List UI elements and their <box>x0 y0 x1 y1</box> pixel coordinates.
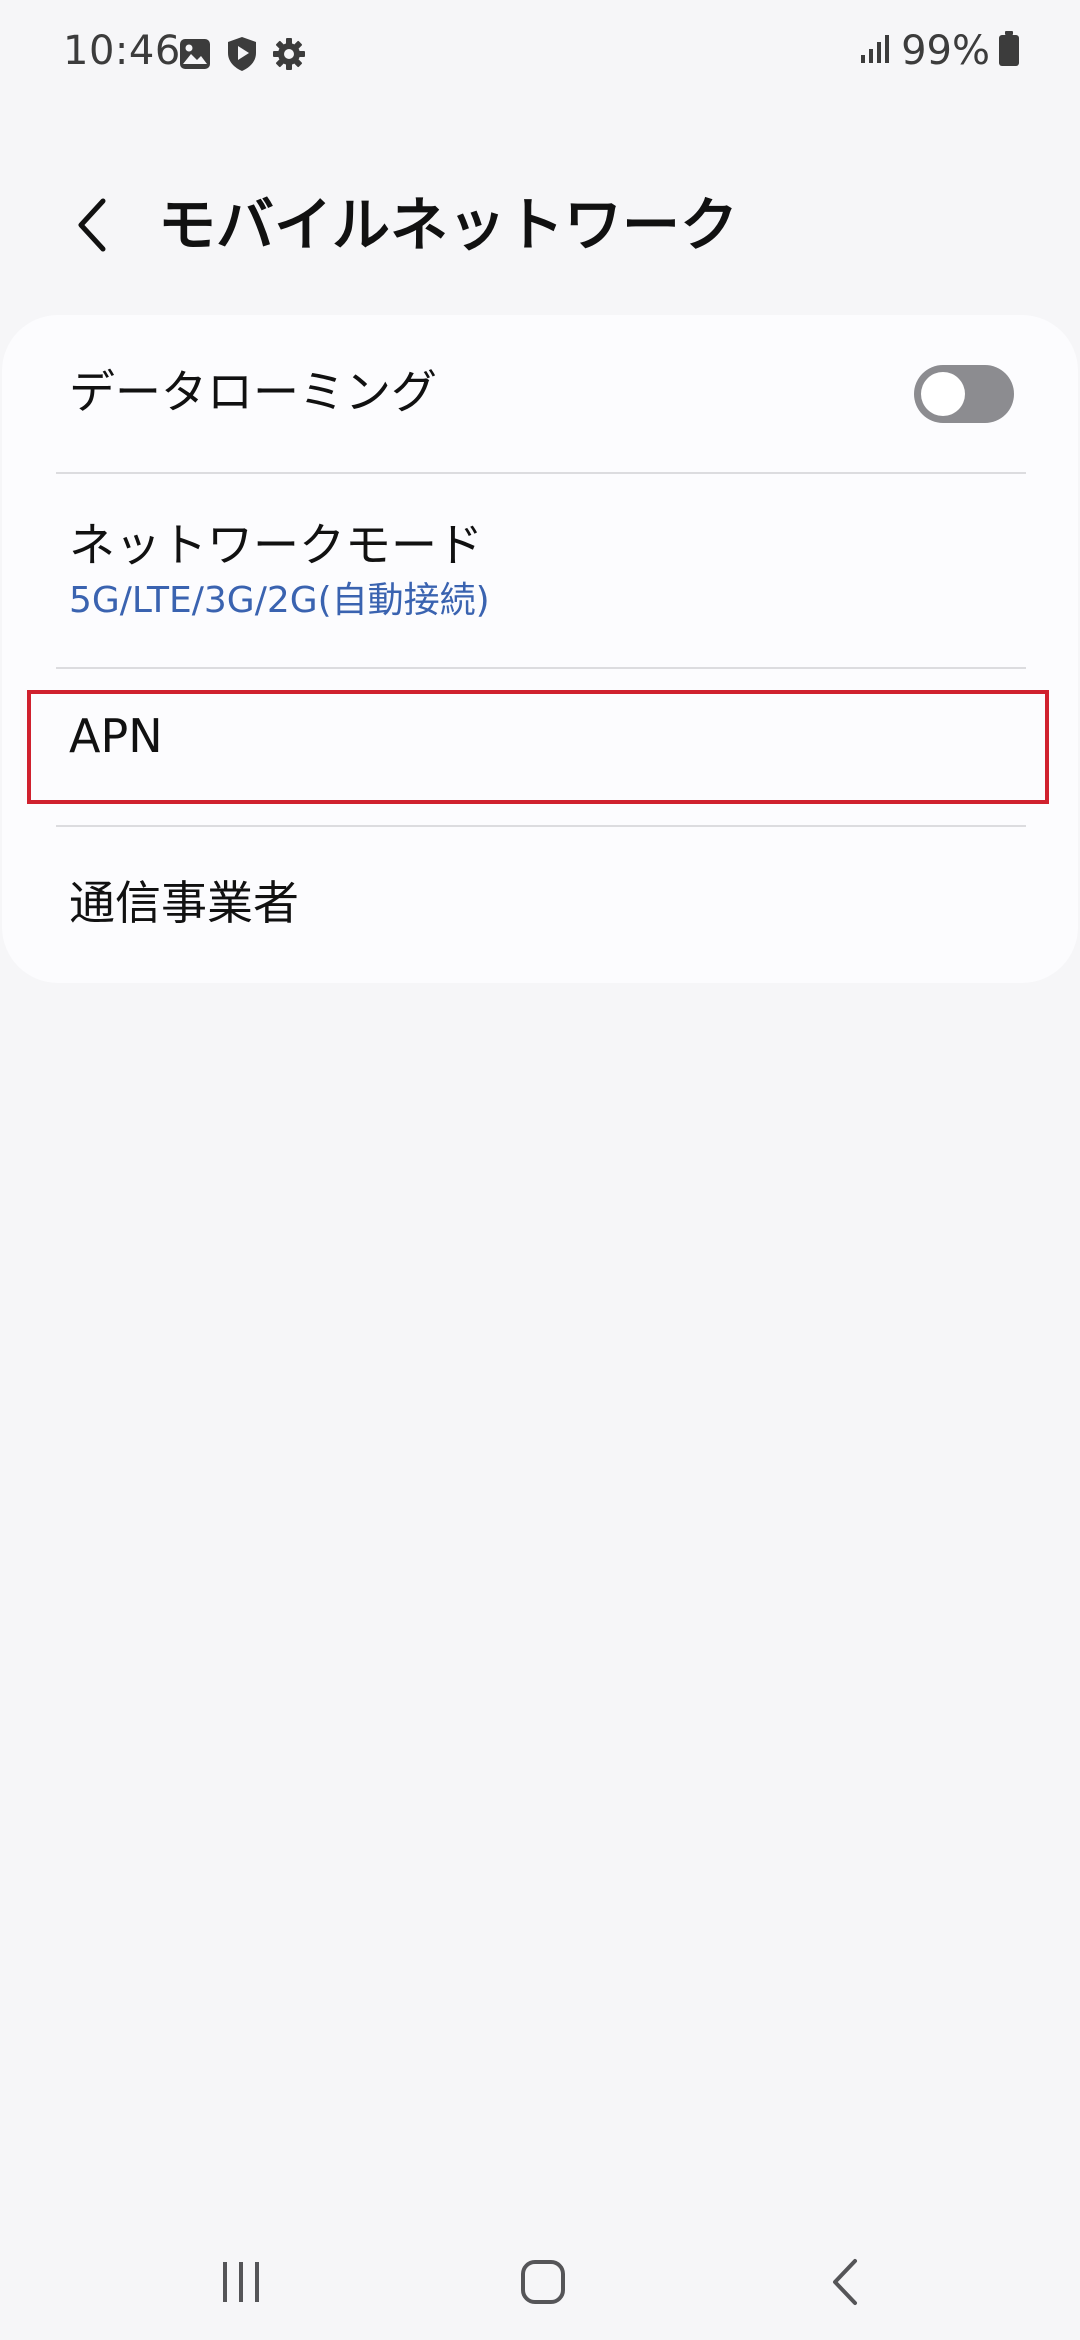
back-icon <box>833 2259 857 2305</box>
home-icon <box>521 2260 565 2304</box>
chevron-left-icon <box>78 198 106 252</box>
carrier-label: 通信事業者 <box>69 876 299 930</box>
status-time: 10:46 <box>63 28 181 74</box>
gear-icon <box>272 37 306 71</box>
recent-apps-button[interactable] <box>196 2250 286 2314</box>
data-roaming-row[interactable]: データローミング <box>2 315 1078 475</box>
data-roaming-label: データローミング <box>69 365 437 419</box>
data-roaming-toggle[interactable] <box>914 365 1014 423</box>
divider <box>56 825 1026 827</box>
battery-percent: 99% <box>901 28 990 74</box>
shield-play-icon <box>226 36 258 72</box>
app-bar: モバイルネットワーク <box>0 170 1080 280</box>
apn-label: APN <box>69 709 163 763</box>
status-bar: 10:46 99% <box>0 0 1080 110</box>
divider <box>56 667 1026 669</box>
divider <box>56 472 1026 474</box>
navigation-bar <box>0 2220 1080 2340</box>
image-icon <box>178 37 212 71</box>
toggle-knob <box>921 372 965 416</box>
nav-back-button[interactable] <box>800 2250 890 2314</box>
status-system-icons: 99% <box>859 28 1020 74</box>
network-mode-value: 5G/LTE/3G/2G(自動接続) <box>69 580 490 621</box>
signal-icon <box>859 33 893 69</box>
network-mode-label: ネットワークモード <box>69 518 483 572</box>
recent-apps-icon <box>223 2262 259 2302</box>
network-mode-row[interactable]: ネットワークモード 5G/LTE/3G/2G(自動接続) <box>2 475 1078 665</box>
home-button[interactable] <box>498 2250 588 2314</box>
status-notification-icons <box>178 36 306 72</box>
battery-icon <box>998 31 1020 71</box>
page-title: モバイルネットワーク <box>158 191 739 259</box>
carrier-row[interactable]: 通信事業者 <box>2 828 1078 983</box>
back-button[interactable] <box>56 188 126 262</box>
apn-row[interactable]: APN <box>2 670 1078 830</box>
settings-card: データローミング ネットワークモード 5G/LTE/3G/2G(自動接続) AP… <box>2 315 1078 983</box>
